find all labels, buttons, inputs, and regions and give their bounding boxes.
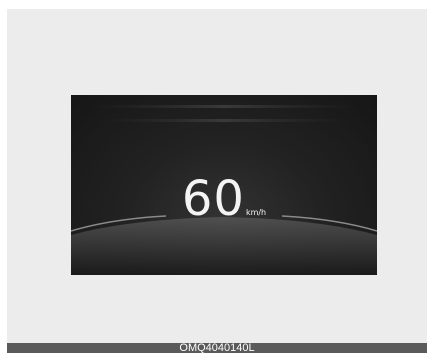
head-up-display: 60km/h <box>71 95 377 275</box>
horizon-band-lower <box>101 119 347 122</box>
image-code: OMQ4040140L <box>179 343 255 353</box>
horizon-band <box>91 105 357 108</box>
illustration-frame: 60km/h <box>7 9 427 343</box>
caption-bar: OMQ4040140L <box>7 343 427 353</box>
speed-value: 60 <box>181 171 245 227</box>
speed-unit: km/h <box>245 208 267 217</box>
speed-readout: 60km/h <box>71 175 377 223</box>
